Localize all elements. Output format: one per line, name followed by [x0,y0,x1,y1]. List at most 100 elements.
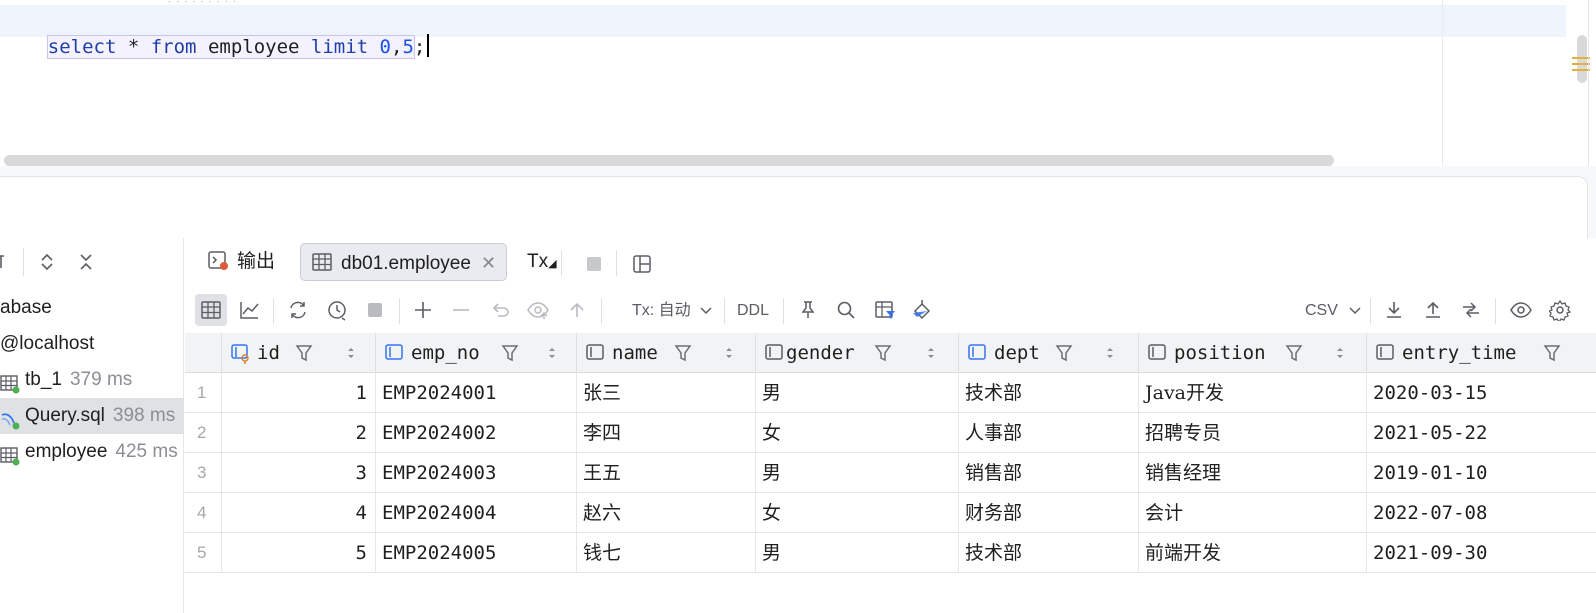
cell-entry-time[interactable]: 2022-07-08 [1367,493,1596,533]
tree-item-database[interactable]: abase [0,290,184,326]
filter-icon[interactable] [1055,343,1073,363]
sql-statement[interactable]: select * from employee limit 0,5 [46,35,415,59]
table-view-icon[interactable] [195,294,227,326]
column-header-id[interactable]: id [222,333,376,373]
cell-emp-no[interactable]: EMP2024005 [376,533,577,573]
cell-gender[interactable]: 男 [756,533,959,573]
cell-name[interactable]: 张三 [577,373,756,413]
sort-icon[interactable] [547,344,557,362]
table-row[interactable]: 1 1 EMP2024001 张三 男 技术部 Java开发 2020-03-1… [185,373,1596,413]
search-icon[interactable] [830,294,862,326]
table-row[interactable]: 4 4 EMP2024004 赵六 女 财务部 会计 2022-07-08 [185,493,1596,533]
delete-row-icon[interactable] [445,294,477,326]
table-row[interactable]: 5 5 EMP2024005 钱七 男 技术部 前端开发 2021-09-30 [185,533,1596,573]
cell-name[interactable]: 李四 [577,413,756,453]
column-header-dept[interactable]: dept [959,333,1139,373]
cell-position[interactable]: Java开发 [1139,373,1367,413]
cell-position[interactable]: 招聘专员 [1139,413,1367,453]
view-icon[interactable] [1505,294,1537,326]
filter-icon[interactable] [295,343,313,363]
tx-mode-dropdown[interactable]: Tx: 自动 [632,298,713,324]
table-row[interactable]: 3 3 EMP2024003 王五 男 销售部 销售经理 2019-01-10 [185,453,1596,493]
column-header-emp-no[interactable]: emp_no [376,333,577,373]
cell-name[interactable]: 王五 [577,453,756,493]
vertical-scrollbar[interactable] [1577,35,1587,83]
pin-tab-icon[interactable] [792,294,824,326]
column-header-gender[interactable]: gender [756,333,959,373]
close-icon[interactable]: ✕ [481,253,496,273]
tab-db01-employee[interactable]: db01.employee ✕ [300,243,508,281]
cell-position[interactable]: 会计 [1139,493,1367,533]
history-icon[interactable] [321,294,353,326]
sort-icon[interactable] [346,344,356,362]
cell-gender[interactable]: 女 [756,413,959,453]
pin-icon[interactable] [0,252,14,272]
cell-dept[interactable]: 财务部 [959,493,1139,533]
collapse-all-icon[interactable] [76,252,96,272]
upload-icon[interactable] [1417,294,1449,326]
layout-icon[interactable] [626,248,658,280]
download-icon[interactable] [1378,294,1410,326]
cell-id[interactable]: 1 [222,373,376,413]
filter-icon[interactable] [874,343,892,363]
filter-icon[interactable] [1285,343,1303,363]
tx-button[interactable]: Tx◢ [521,243,563,281]
column-header-entry-time[interactable]: entry_time [1367,333,1596,373]
sort-icon[interactable] [724,344,734,362]
cell-gender[interactable]: 女 [756,493,959,533]
export-format-dropdown[interactable]: CSV [1305,298,1362,324]
table-row[interactable]: 2 2 EMP2024002 李四 女 人事部 招聘专员 2021-05-22 [185,413,1596,453]
filter-icon[interactable] [674,343,692,363]
cell-id[interactable]: 5 [222,533,376,573]
cancel-query-icon[interactable] [359,294,391,326]
cell-dept[interactable]: 技术部 [959,533,1139,573]
tree-item-localhost[interactable]: @localhost [0,326,184,362]
sql-code-line[interactable]: select * from employee limit 0,5; [2,8,430,59]
cell-entry-time[interactable]: 2021-05-22 [1367,413,1596,453]
cell-emp-no[interactable]: EMP2024004 [376,493,577,533]
cell-dept[interactable]: 技术部 [959,373,1139,413]
preview-changes-icon[interactable] [522,294,554,326]
cell-id[interactable]: 3 [222,453,376,493]
cell-name[interactable]: 赵六 [577,493,756,533]
filter-table-icon[interactable] [869,294,901,326]
sort-icon[interactable] [1105,344,1115,362]
cell-dept[interactable]: 人事部 [959,413,1139,453]
horizontal-scrollbar[interactable] [4,155,1334,166]
chart-view-icon[interactable] [233,294,265,326]
stop-icon[interactable] [578,248,610,280]
cell-id[interactable]: 4 [222,493,376,533]
tree-item-employee[interactable]: employee 425 ms [0,434,184,470]
cell-name[interactable]: 钱七 [577,533,756,573]
expand-collapse-icon[interactable] [37,252,57,272]
refresh-icon[interactable] [282,294,314,326]
sql-editor[interactable]: · · · · · · · · · select * from employee… [0,0,1590,166]
sort-icon[interactable] [926,344,936,362]
tree-item-query-sql[interactable]: Query.sql 398 ms [0,398,184,434]
filter-icon[interactable] [501,343,519,363]
column-header-position[interactable]: position [1139,333,1367,373]
cell-emp-no[interactable]: EMP2024002 [376,413,577,453]
settings-icon[interactable] [1544,294,1576,326]
cell-gender[interactable]: 男 [756,453,959,493]
cell-emp-no[interactable]: EMP2024003 [376,453,577,493]
tab-output[interactable]: 输出 [197,243,285,281]
cell-position[interactable]: 前端开发 [1139,533,1367,573]
undo-icon[interactable] [484,294,516,326]
cell-entry-time[interactable]: 2019-01-10 [1367,453,1596,493]
ddl-button[interactable]: DDL [737,298,769,324]
paint-bucket-icon[interactable] [907,294,939,326]
sort-icon[interactable] [1335,344,1345,362]
cell-gender[interactable]: 男 [756,373,959,413]
filter-icon[interactable] [1543,343,1561,363]
cell-id[interactable]: 2 [222,413,376,453]
add-row-icon[interactable] [407,294,439,326]
cell-entry-time[interactable]: 2020-03-15 [1367,373,1596,413]
tree-item-tb1[interactable]: tb_1 379 ms [0,362,184,398]
cell-position[interactable]: 销售经理 [1139,453,1367,493]
column-header-name[interactable]: name [577,333,756,373]
cell-dept[interactable]: 销售部 [959,453,1139,493]
cell-emp-no[interactable]: EMP2024001 [376,373,577,413]
submit-icon[interactable] [561,294,593,326]
cell-entry-time[interactable]: 2021-09-30 [1367,533,1596,573]
